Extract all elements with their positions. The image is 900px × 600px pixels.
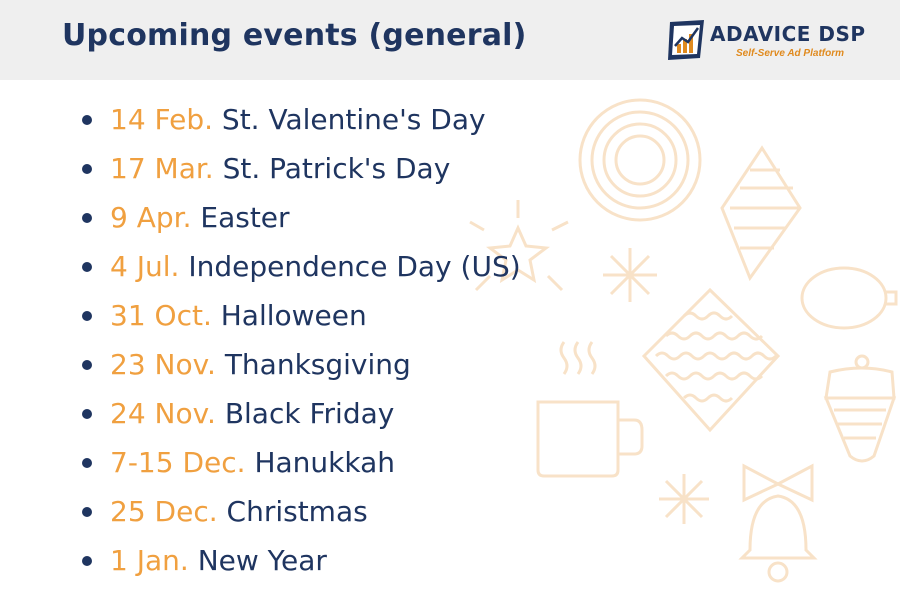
list-item: 24 Nov. Black Friday [80,392,521,441]
event-date: 1 Jan. [110,544,189,577]
decorations [469,98,898,583]
bullet-icon [82,360,92,370]
event-name: St. Patrick's Day [222,152,451,185]
event-date: 4 Jul. [110,250,180,283]
event-name: New Year [197,544,327,577]
logo-tagline: Self-Serve Ad Platform [736,48,844,59]
striped-ornament-icon [720,145,802,282]
event-name: Black Friday [224,397,395,430]
list-item: 14 Feb. St. Valentine's Day [80,98,521,147]
list-item: 7-15 Dec. Hanukkah [80,441,521,490]
page-title: Upcoming events (general) [62,18,527,53]
brand-logo: ADAVICE DSP Self-Serve Ad Platform [664,18,865,64]
list-item: 31 Oct. Halloween [80,294,521,343]
event-date: 17 Mar. [110,152,214,185]
bullet-icon [82,409,92,419]
logo-mark-icon [668,20,704,60]
bullet-icon [82,311,92,321]
event-name: Independence Day (US) [188,250,521,283]
event-date: 7-15 Dec. [110,446,246,479]
bullet-icon [82,458,92,468]
snowflake-icon [659,474,709,524]
event-date: 14 Feb. [110,103,214,136]
bullet-icon [82,507,92,517]
event-name: Thanksgiving [224,348,411,381]
list-item: 4 Jul. Independence Day (US) [80,245,521,294]
event-date: 25 Dec. [110,495,218,528]
list-item: 1 Jan. New Year [80,539,521,588]
snowflake-icon [603,248,657,302]
event-name: St. Valentine's Day [221,103,486,136]
header-bar: Upcoming events (general) ADAVICE DSP Se… [0,0,900,80]
event-date: 23 Nov. [110,348,216,381]
list-item: 17 Mar. St. Patrick's Day [80,147,521,196]
event-name: Easter [200,201,290,234]
event-date: 9 Apr. [110,201,192,234]
list-item: 23 Nov. Thanksgiving [80,343,521,392]
list-item: 9 Apr. Easter [80,196,521,245]
list-item: 25 Dec. Christmas [80,490,521,539]
events-list: 14 Feb. St. Valentine's Day 17 Mar. St. … [80,98,521,588]
bullet-icon [82,115,92,125]
bullet-icon [82,556,92,566]
wavy-ornament-icon [641,287,781,433]
logo-name: ADAVICE DSP [710,22,866,46]
event-date: 31 Oct. [110,299,212,332]
round-ornament-icon [800,266,898,330]
bell-icon [738,494,818,583]
event-name: Halloween [220,299,367,332]
event-date: 24 Nov. [110,397,216,430]
bullet-icon [82,262,92,272]
concentric-ornament-icon [578,98,702,222]
coffee-mug-icon [536,341,644,478]
acorn-ornament-icon [823,354,897,463]
event-name: Hanukkah [254,446,395,479]
event-name: Christmas [226,495,368,528]
bullet-icon [82,164,92,174]
bullet-icon [82,213,92,223]
